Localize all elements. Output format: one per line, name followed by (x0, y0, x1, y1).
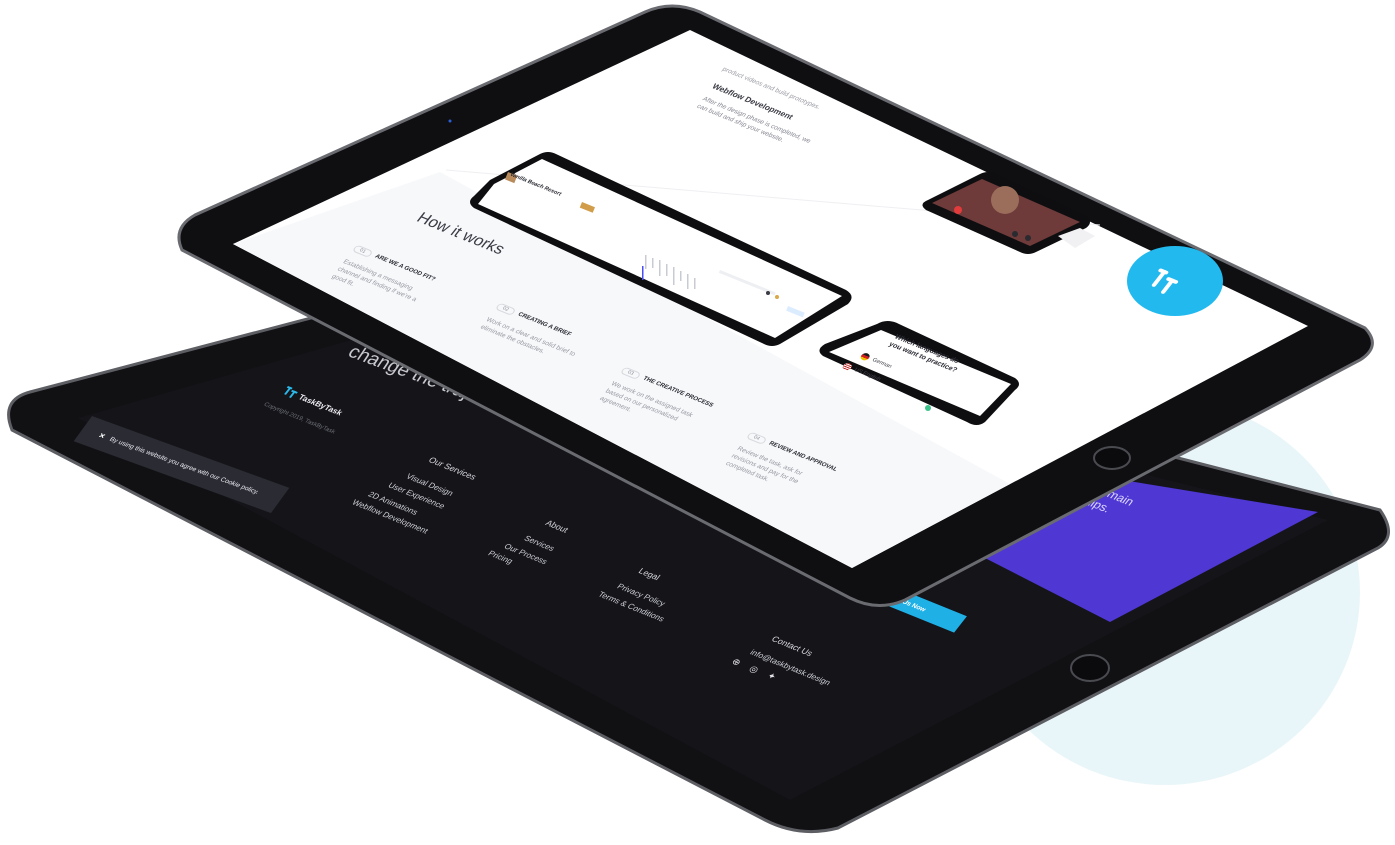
step-number: 03 (619, 366, 642, 380)
front-camera (448, 119, 452, 123)
step-number: 01 (351, 244, 374, 258)
phone-mockup-video-call (922, 172, 1095, 254)
front-home-button (1093, 446, 1131, 470)
step-number: 02 (494, 302, 517, 316)
step-number: 04 (745, 431, 768, 445)
device-showcase: change the trajectory of your business. … (0, 0, 1395, 845)
phone-mockup-language (819, 321, 1019, 425)
